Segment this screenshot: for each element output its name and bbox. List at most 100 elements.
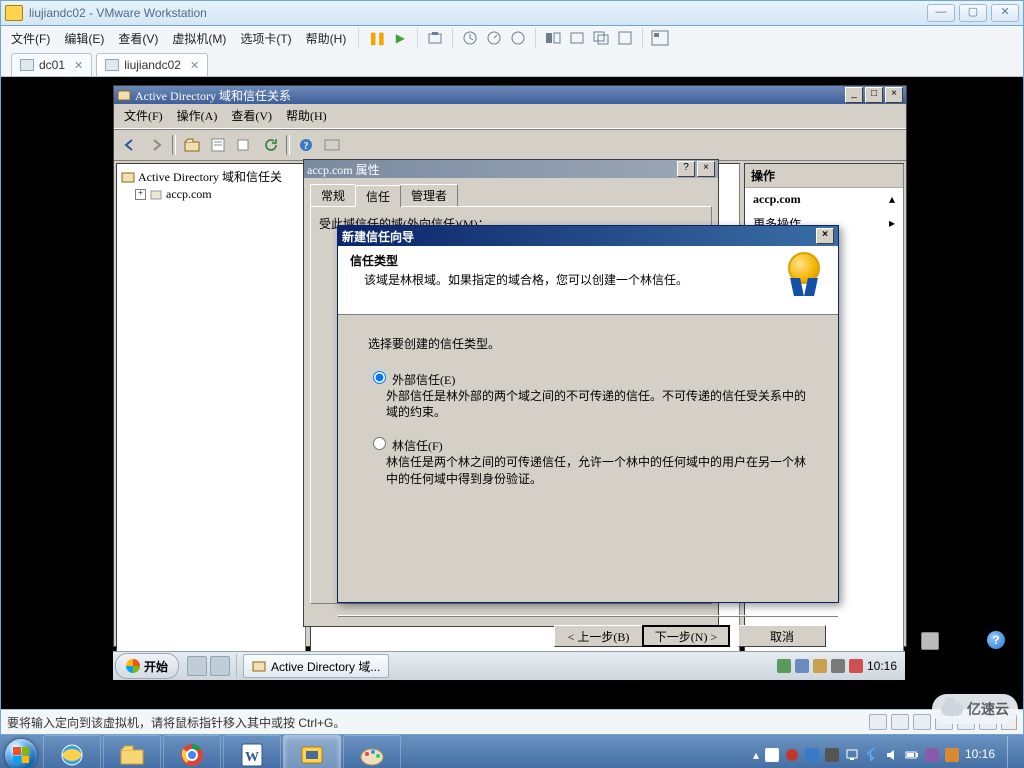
- revert-icon[interactable]: [507, 28, 529, 48]
- close-button[interactable]: ×: [816, 228, 834, 244]
- view-icon-1[interactable]: [542, 28, 564, 48]
- tray-icon[interactable]: [831, 659, 845, 673]
- volume-icon[interactable]: [885, 748, 899, 762]
- tray-app-icon[interactable]: [805, 748, 819, 762]
- vm-tab-label: liujiandc02: [124, 58, 181, 72]
- taskbar-chrome[interactable]: [163, 735, 221, 768]
- show-desktop-button[interactable]: [1007, 736, 1016, 768]
- tray-icon[interactable]: [849, 659, 863, 673]
- taskbar-vmware[interactable]: [283, 735, 341, 768]
- menu-view[interactable]: 查看(V): [225, 106, 278, 126]
- radio-forest-trust[interactable]: [373, 437, 386, 450]
- menu-help[interactable]: 帮助(H): [280, 106, 333, 126]
- menu-action[interactable]: 操作(A): [171, 106, 224, 126]
- cancel-button[interactable]: 取消: [738, 625, 826, 647]
- option-forest-label[interactable]: 林信任(F): [392, 439, 443, 453]
- tab-general[interactable]: 常规: [310, 184, 356, 206]
- unity-icon[interactable]: [590, 28, 612, 48]
- help-button[interactable]: ?: [677, 161, 695, 177]
- view-icon-2[interactable]: [566, 28, 588, 48]
- fullscreen-icon[interactable]: [614, 28, 636, 48]
- close-icon[interactable]: ✕: [190, 59, 199, 72]
- thumbnail-icon[interactable]: [649, 28, 671, 48]
- option-external-trust[interactable]: 外部信任(E) 外部信任是林外部的两个域之间的不可传递的信任。不可传递的信任受关…: [368, 368, 808, 420]
- tree-child[interactable]: + accp.com: [135, 187, 301, 202]
- close-button[interactable]: ×: [697, 161, 715, 177]
- minimize-button[interactable]: —: [927, 4, 955, 22]
- tray-app-icon[interactable]: [785, 748, 799, 762]
- network-icon[interactable]: [845, 748, 859, 762]
- snapshot-manager-icon[interactable]: [483, 28, 505, 48]
- tray-icon[interactable]: [795, 659, 809, 673]
- option-external-label[interactable]: 外部信任(E): [392, 373, 455, 387]
- tray-app-icon[interactable]: [925, 748, 939, 762]
- tray-app-icon[interactable]: [825, 748, 839, 762]
- taskbar-word[interactable]: W: [223, 735, 281, 768]
- tree-root[interactable]: Active Directory 域和信任关: [121, 168, 301, 185]
- menu-view[interactable]: 查看(V): [112, 27, 164, 50]
- close-icon[interactable]: ✕: [74, 59, 83, 72]
- menu-file[interactable]: 文件(F): [5, 27, 56, 50]
- tab-trusts[interactable]: 信任: [355, 185, 401, 207]
- expand-icon[interactable]: +: [135, 189, 146, 200]
- snapshot-icon[interactable]: [424, 28, 446, 48]
- option-forest-trust[interactable]: 林信任(F) 林信任是两个林之间的可传递信任，允许一个林中的任何域中的用户在另一…: [368, 434, 808, 486]
- menu-help[interactable]: 帮助(H): [300, 27, 353, 50]
- device-icon[interactable]: [913, 714, 931, 730]
- menu-vm[interactable]: 虚拟机(M): [166, 27, 232, 50]
- tray-chevron-icon[interactable]: ▴: [753, 748, 759, 762]
- radio-external-trust[interactable]: [373, 371, 386, 384]
- forward-icon[interactable]: [144, 134, 168, 156]
- export-icon[interactable]: [232, 134, 256, 156]
- tray-icon[interactable]: [777, 659, 791, 673]
- taskbar-item-ad[interactable]: Active Directory 域...: [243, 654, 389, 678]
- menu-tabs[interactable]: 选项卡(T): [234, 27, 297, 50]
- quick-launch-icon[interactable]: [210, 656, 230, 676]
- vm-tab-dc01[interactable]: dc01 ✕: [11, 53, 92, 76]
- action-center-icon[interactable]: [765, 748, 779, 762]
- properties-icon[interactable]: [206, 134, 230, 156]
- tray-icon[interactable]: [813, 659, 827, 673]
- back-button[interactable]: < 上一步(B): [554, 625, 642, 647]
- chevron-right-icon: ▸: [889, 216, 895, 231]
- battery-icon[interactable]: [905, 748, 919, 762]
- bluetooth-icon[interactable]: [865, 748, 879, 762]
- clock-icon[interactable]: [459, 28, 481, 48]
- host-start-button[interactable]: [0, 735, 42, 768]
- maximize-button[interactable]: □: [865, 87, 883, 103]
- close-button[interactable]: ✕: [991, 4, 1019, 22]
- back-icon[interactable]: [118, 134, 142, 156]
- help-orb-icon[interactable]: ?: [987, 631, 1005, 649]
- collapse-icon[interactable]: ▴: [889, 192, 895, 207]
- menu-file[interactable]: 文件(F): [118, 106, 169, 126]
- menu-edit[interactable]: 编辑(E): [58, 27, 110, 50]
- taskbar-ie[interactable]: [43, 735, 101, 768]
- tray-app-icon[interactable]: [945, 748, 959, 762]
- next-button[interactable]: 下一步(N) >: [642, 625, 730, 647]
- taskbar-paint[interactable]: [343, 735, 401, 768]
- device-icon[interactable]: [891, 714, 909, 730]
- quick-launch-icon[interactable]: [187, 656, 207, 676]
- filter-icon[interactable]: [320, 134, 344, 156]
- vm-tab-liujiandc02[interactable]: liujiandc02 ✕: [96, 53, 208, 76]
- minimize-button[interactable]: _: [845, 87, 863, 103]
- help-icon[interactable]: ?: [294, 134, 318, 156]
- guest-clock[interactable]: 10:16: [867, 659, 897, 673]
- device-icon[interactable]: [869, 714, 887, 730]
- props-titlebar[interactable]: accp.com 属性 ? ×: [304, 160, 718, 178]
- host-clock[interactable]: 10:16: [965, 748, 995, 761]
- mmc-titlebar[interactable]: Active Directory 域和信任关系 _ □ ×: [114, 86, 906, 104]
- refresh-icon[interactable]: [258, 134, 282, 156]
- taskbar-explorer[interactable]: [103, 735, 161, 768]
- wizard-titlebar[interactable]: 新建信任向导 ×: [338, 226, 838, 246]
- close-button[interactable]: ×: [885, 87, 903, 103]
- wizard-button-row: < 上一步(B) 下一步(N) > 取消: [338, 615, 838, 656]
- play-icon[interactable]: ▶: [389, 28, 411, 48]
- start-button[interactable]: 开始: [115, 653, 179, 679]
- pause-icon[interactable]: ❚❚: [365, 28, 387, 48]
- vm-viewport[interactable]: Active Directory 域和信任关系 _ □ × 文件(F) 操作(A…: [0, 77, 1024, 709]
- tree-pane[interactable]: Active Directory 域和信任关 + accp.com: [116, 163, 306, 655]
- folder-up-icon[interactable]: [180, 134, 204, 156]
- tab-managed-by[interactable]: 管理者: [400, 184, 458, 206]
- maximize-button[interactable]: ▢: [959, 4, 987, 22]
